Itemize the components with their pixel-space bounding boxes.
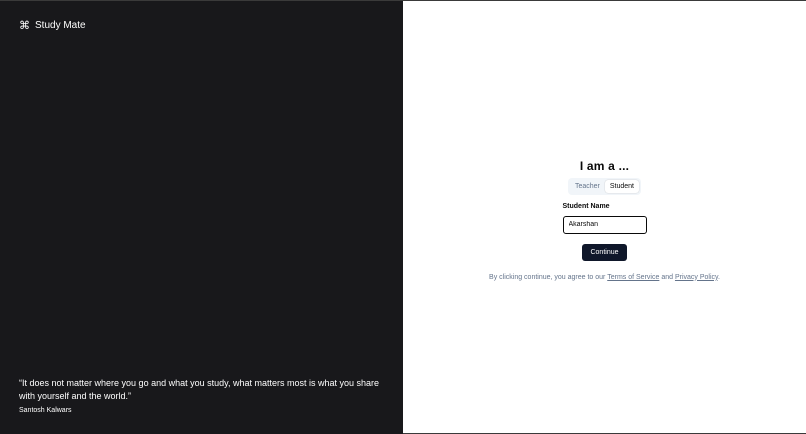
page: ⌘ Study Mate “It does not matter where y… xyxy=(0,0,806,434)
command-icon: ⌘ xyxy=(19,19,30,32)
testimonial-panel: ⌘ Study Mate “It does not matter where y… xyxy=(0,1,403,434)
testimonial: “It does not matter where you go and wha… xyxy=(19,377,379,414)
student-name-input[interactable] xyxy=(562,215,647,234)
role-tabs: Teacher Student xyxy=(567,178,642,195)
brand-logo[interactable]: ⌘ Study Mate xyxy=(19,20,86,31)
student-name-label: Student Name xyxy=(562,203,610,210)
page-title: I am a ... xyxy=(579,159,630,173)
continue-button[interactable]: Continue xyxy=(582,243,627,261)
privacy-policy-link[interactable]: Privacy Policy xyxy=(675,274,718,281)
terms-and: and xyxy=(661,273,673,281)
terms-notice: By clicking continue, you agree to our T… xyxy=(489,274,720,281)
terms-prefix: By clicking continue, you agree to our xyxy=(489,273,606,281)
student-name-field: Student Name xyxy=(562,203,647,234)
tab-student[interactable]: Student xyxy=(604,180,640,193)
testimonial-quote: “It does not matter where you go and wha… xyxy=(19,378,380,401)
tab-teacher[interactable]: Teacher xyxy=(570,180,605,193)
terms-of-service-link[interactable]: Terms of Service xyxy=(607,274,659,281)
role-form: I am a ... Teacher Student Student Name … xyxy=(403,159,806,281)
brand-name: Study Mate xyxy=(35,20,86,31)
testimonial-author: Santosh Kalwars xyxy=(19,407,72,414)
terms-suffix: . xyxy=(718,273,720,281)
role-form-panel: I am a ... Teacher Student Student Name … xyxy=(403,1,806,434)
